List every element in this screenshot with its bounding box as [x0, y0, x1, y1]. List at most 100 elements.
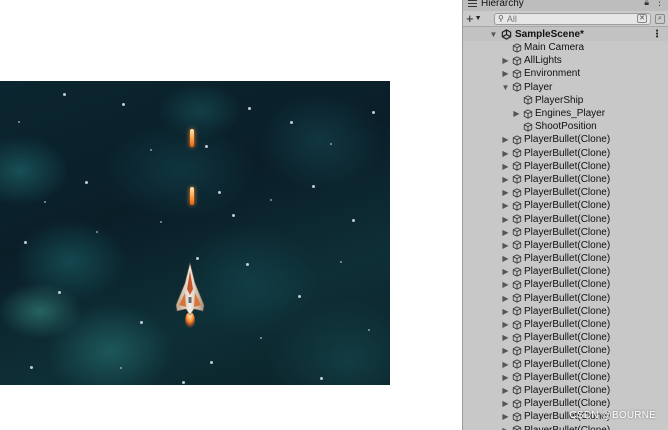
gameobject-cube-icon [512, 280, 522, 290]
expand-arrow-icon[interactable]: ▶ [501, 175, 510, 184]
hierarchy-item[interactable]: ▶ PlayerBullet(Clone) [463, 239, 668, 252]
gameobject-cube-icon [512, 82, 522, 92]
expand-arrow-icon[interactable]: ▶ [501, 320, 510, 329]
hierarchy-item-label: Player [524, 81, 553, 93]
player-bullet-lower [190, 187, 194, 205]
gameobject-cube-icon [523, 122, 533, 132]
hierarchy-item[interactable]: ▶ PlayerBullet(Clone) [463, 423, 668, 430]
gameobject-cube-icon [512, 399, 522, 409]
expand-arrow-icon[interactable]: ▼ [489, 30, 498, 39]
gameobject-cube-icon [512, 227, 522, 237]
hierarchy-item-label: PlayerBullet(Clone) [524, 253, 611, 265]
hierarchy-item[interactable]: ▶ PlayerBullet(Clone) [463, 318, 668, 331]
hierarchy-item[interactable]: ShootPosition [463, 120, 668, 133]
hierarchy-item-label: PlayerBullet(Clone) [524, 147, 611, 159]
hierarchy-item[interactable]: ▶ PlayerBullet(Clone) [463, 173, 668, 186]
hierarchy-item[interactable]: ▶ PlayerBullet(Clone) [463, 305, 668, 318]
hierarchy-item[interactable]: ▶ PlayerBullet(Clone) [463, 397, 668, 410]
star [372, 111, 375, 114]
tab-hierarchy-label: Hierarchy [481, 0, 524, 9]
expand-arrow-icon[interactable]: ▶ [501, 267, 510, 276]
expand-arrow-icon[interactable]: ▶ [501, 426, 510, 430]
hierarchy-item[interactable]: ▶ AllLights [463, 54, 668, 67]
hierarchy-item[interactable]: ▶ PlayerBullet(Clone) [463, 160, 668, 173]
expand-arrow-icon[interactable]: ▶ [501, 294, 510, 303]
hierarchy-item[interactable]: ▶ PlayerBullet(Clone) [463, 212, 668, 225]
hierarchy-item[interactable]: ▶ PlayerBullet(Clone) [463, 199, 668, 212]
hierarchy-item[interactable]: ▶ PlayerBullet(Clone) [463, 358, 668, 371]
expand-arrow-icon[interactable]: ▶ [501, 56, 510, 65]
expand-arrow-icon[interactable]: ▶ [501, 360, 510, 369]
expand-arrow-icon[interactable]: ▶ [501, 149, 510, 158]
clear-search-icon[interactable]: ✕ [637, 14, 647, 23]
gameobject-cube-icon [512, 425, 522, 430]
hierarchy-item[interactable]: ▼ Player [463, 81, 668, 94]
star [150, 149, 152, 151]
hierarchy-item[interactable]: ▶ PlayerBullet(Clone) [463, 371, 668, 384]
star [30, 366, 33, 369]
expand-arrow-icon[interactable]: ▶ [501, 201, 510, 210]
add-object-button[interactable]: + ▼ [466, 12, 490, 25]
hierarchy-item-label: ShootPosition [535, 121, 597, 133]
list-icon [468, 0, 477, 7]
collapse-arrow-icon[interactable]: ▼ [501, 83, 510, 92]
hierarchy-item[interactable]: ▶ PlayerBullet(Clone) [463, 265, 668, 278]
scene-menu-icon[interactable]: ⋮ [652, 29, 662, 40]
hierarchy-item-label: PlayerBullet(Clone) [524, 213, 611, 225]
hierarchy-item[interactable]: ▶ PlayerBullet(Clone) [463, 292, 668, 305]
expand-arrow-icon[interactable]: ▶ [512, 109, 521, 118]
hierarchy-item[interactable]: ▶ PlayerBullet(Clone) [463, 147, 668, 160]
expand-arrow-icon[interactable]: ▶ [501, 373, 510, 382]
hierarchy-item[interactable]: ▶ PlayerBullet(Clone) [463, 278, 668, 291]
scene-root-row[interactable]: ▼ SampleScene* ⋮ [463, 27, 668, 41]
star [270, 199, 272, 201]
expand-arrow-icon[interactable]: ▶ [501, 333, 510, 342]
watermark: CSDN @BOURNE [569, 410, 656, 421]
unity-scene-icon [501, 28, 512, 40]
hierarchy-item-label: AllLights [524, 55, 562, 67]
expand-arrow-icon[interactable]: ▶ [501, 215, 510, 224]
hierarchy-item-label: PlayerBullet(Clone) [524, 279, 611, 291]
search-input[interactable]: ⚲ All ✕ [494, 12, 651, 25]
star [368, 329, 370, 331]
expand-arrow-icon[interactable]: ▶ [501, 162, 510, 171]
star [18, 121, 20, 123]
expand-arrow-icon[interactable]: ▶ [501, 386, 510, 395]
expand-arrow-icon[interactable]: ▶ [501, 69, 510, 78]
hierarchy-item[interactable]: ▶ Environment [463, 67, 668, 80]
gameobject-cube-icon [512, 293, 522, 303]
gameobject-cube-icon [523, 95, 533, 105]
gameobject-cube-icon [523, 108, 533, 119]
gameobject-cube-icon [512, 346, 522, 356]
hierarchy-item[interactable]: ▶ PlayerBullet(Clone) [463, 344, 668, 357]
expand-arrow-icon[interactable]: ▶ [501, 135, 510, 144]
hierarchy-item[interactable]: ▶ PlayerBullet(Clone) [463, 133, 668, 146]
hierarchy-toolbar: + ▼ ⚲ All ✕ ⌕ [463, 11, 668, 27]
kebab-menu-icon[interactable]: ⋮ [655, 0, 664, 8]
lock-icon[interactable]: 🔒︎ [644, 0, 649, 8]
expand-arrow-icon[interactable]: ▶ [501, 412, 510, 421]
gameobject-cube-icon [512, 201, 522, 211]
search-options-icon[interactable]: ⌕ [655, 13, 665, 24]
tab-hierarchy[interactable]: Hierarchy [463, 0, 543, 11]
expand-arrow-icon[interactable]: ▶ [501, 346, 510, 355]
expand-arrow-icon[interactable]: ▶ [501, 228, 510, 237]
expand-arrow-icon[interactable]: ▶ [501, 254, 510, 263]
expand-arrow-icon[interactable]: ▶ [501, 241, 510, 250]
expand-arrow-icon[interactable]: ▶ [501, 188, 510, 197]
hierarchy-item[interactable]: Main Camera [463, 41, 668, 54]
hierarchy-item[interactable]: ▶ PlayerBullet(Clone) [463, 384, 668, 397]
hierarchy-item[interactable]: ▶ PlayerBullet(Clone) [463, 331, 668, 344]
hierarchy-item[interactable]: PlayerShip [463, 94, 668, 107]
hierarchy-item[interactable]: ▶ PlayerBullet(Clone) [463, 186, 668, 199]
hierarchy-item[interactable]: ▶ Engines_Player [463, 107, 668, 120]
gameobject-cube-icon [512, 174, 522, 185]
expand-arrow-icon[interactable]: ▶ [501, 307, 510, 316]
hierarchy-item[interactable]: ▶ PlayerBullet(Clone) [463, 252, 668, 265]
expand-arrow-icon[interactable]: ▶ [501, 280, 510, 289]
expand-arrow-icon[interactable]: ▶ [501, 399, 510, 408]
hierarchy-item-label: PlayerBullet(Clone) [524, 319, 611, 331]
hierarchy-item[interactable]: ▶ PlayerBullet(Clone) [463, 226, 668, 239]
star [24, 241, 27, 244]
gameobject-cube-icon [512, 56, 522, 66]
